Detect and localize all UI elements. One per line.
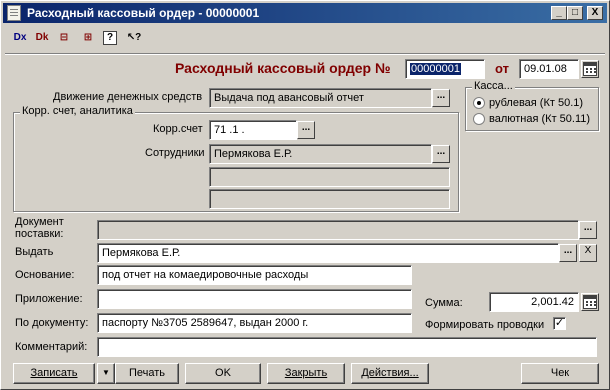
delivery-doc-select-button[interactable]: ... [579,221,597,239]
date-field[interactable]: 09.01.08 [519,59,579,79]
actions-button[interactable]: Действия... [351,363,429,384]
employees-select-button[interactable]: ... [432,145,450,163]
document-kt-icon[interactable]: Dk [33,29,51,47]
calendar-button[interactable] [581,60,599,78]
calculator-button[interactable] [581,293,599,311]
document-window: Расходный кассовый ордер - 00000001 _ □ … [0,0,610,390]
issue-label: Выдать [15,246,54,258]
basis-label: Основание: [15,269,75,281]
document-heading: Расходный кассовый ордер № [175,60,391,76]
attachment-field[interactable] [97,289,412,309]
cash-currency-radio[interactable] [473,113,485,125]
postings-label: Формировать проводки [425,319,545,331]
corr-account-select-button[interactable]: ... [297,121,315,139]
document-number-field[interactable]: 00000001 [405,59,485,79]
comment-field[interactable] [97,337,597,357]
print-button[interactable]: Печать [115,363,179,384]
delivery-doc-label: Документ поставки: [15,216,64,240]
close-button[interactable]: X [587,6,603,20]
calculator-icon [583,295,597,309]
save-button-label: Записать [30,367,78,379]
analytics-field-1[interactable] [209,167,450,187]
analytics-field-2[interactable] [209,189,450,209]
movement-select-button[interactable]: ... [432,89,450,107]
movement-label: Движение денежных средств [53,91,203,103]
postings-checkbox[interactable]: ✓ [553,317,566,330]
close-form-button[interactable]: Закрыть [267,363,345,384]
window-title: Расходный кассовый ордер - 00000001 [27,6,260,20]
sum-label: Сумма: [425,297,463,309]
journal-icon[interactable]: ⊟ [55,29,73,47]
sum-field[interactable]: 2,001.42 [489,292,579,312]
calendar-icon [583,62,597,76]
document-number-value: 00000001 [410,63,461,75]
maximize-button[interactable]: □ [567,6,583,20]
comment-label: Комментарий: [15,341,88,353]
movement-field[interactable]: Выдача под авансовый отчет [209,88,432,108]
cash-legend: Касса... [472,80,515,92]
minimize-button[interactable]: _ [551,6,567,20]
actions-label: Действия... [361,367,419,379]
delivery-doc-field[interactable] [97,220,579,240]
title-bar: Расходный кассовый ордер - 00000001 _ □ … [3,3,607,23]
close-form-label: Закрыть [284,367,328,379]
cash-rub-radio[interactable] [473,97,485,109]
employees-label: Сотрудники [145,147,205,159]
save-button[interactable]: Записать [13,363,95,384]
employees-field[interactable]: Пермякова Е.Р. [209,144,432,164]
receipt-button[interactable]: Чек [521,363,599,384]
ok-button[interactable]: OK [185,363,261,384]
help-icon[interactable]: ? [103,31,117,45]
attachment-label: Приложение: [15,293,83,305]
save-dropdown-button[interactable]: ▼ [97,363,115,384]
issue-select-button[interactable]: ... [559,244,577,262]
by-document-label: По документу: [15,317,89,329]
basis-field[interactable]: под отчет на комаедировочные расходы [97,265,412,285]
toolbar-divider [5,53,605,55]
cash-rub-label[interactable]: рублевая (Кт 50.1) [489,97,583,110]
issue-field[interactable]: Пермякова Е.Р. [97,243,559,263]
corr-legend: Корр. счет, аналитика [20,105,135,117]
by-document-field[interactable]: паспорту №3705 2589647, выдан 2000 г. [97,313,412,333]
date-label: от [495,61,509,76]
issue-clear-button[interactable]: X [579,244,597,262]
structure-icon[interactable]: ⊞ [79,29,97,47]
corr-account-field[interactable]: 71 .1 . [209,120,297,140]
document-x-icon[interactable]: Dx [11,29,29,47]
corr-account-label: Корр.счет [153,123,203,135]
context-help-icon[interactable]: ↖? [125,29,143,47]
cash-currency-label[interactable]: валютная (Кт 50.11) [489,113,590,126]
document-icon [7,5,21,21]
